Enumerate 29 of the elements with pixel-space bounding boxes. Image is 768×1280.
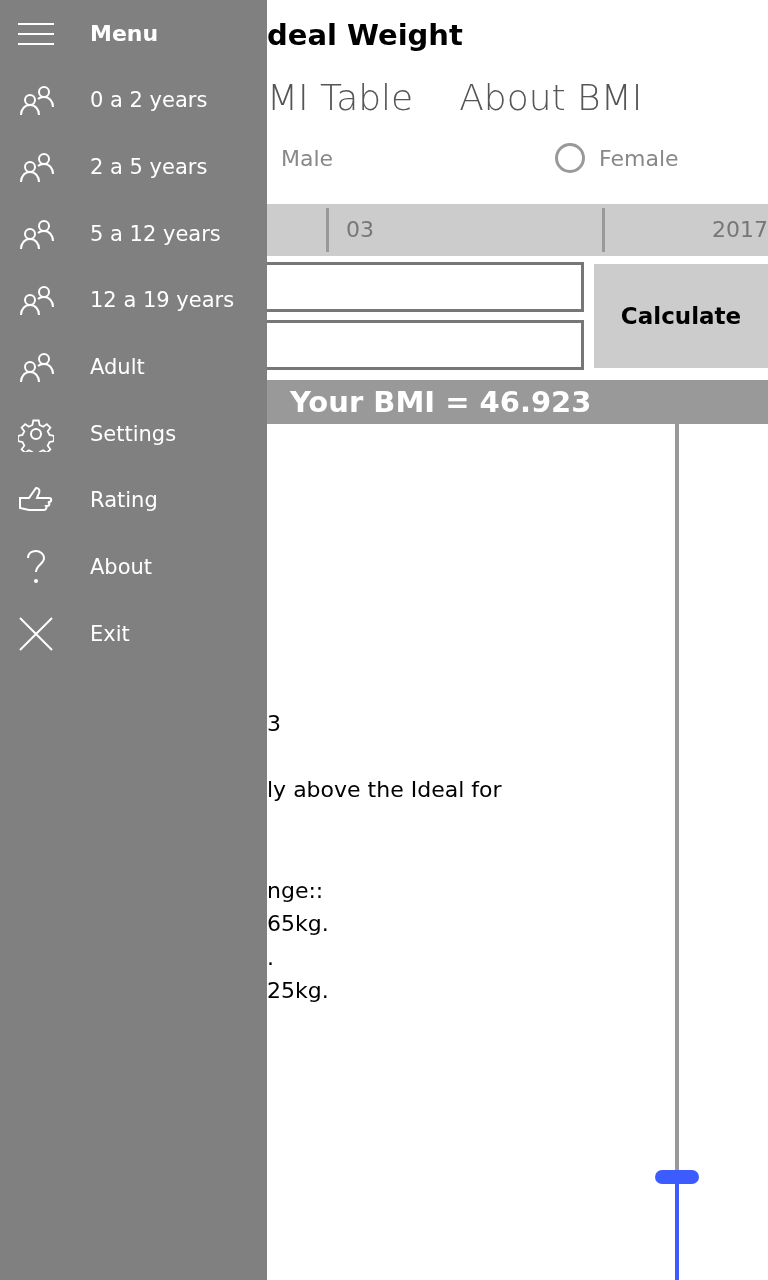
close-icon	[18, 615, 54, 652]
menu-icon[interactable]	[18, 22, 54, 45]
menu-item[interactable]: 2 a 5 years	[0, 133, 267, 201]
slider[interactable]	[655, 424, 699, 1280]
menu-item[interactable]: 0 a 2 years	[0, 67, 267, 134]
result-text: ly above the Ideal for	[267, 776, 502, 805]
input-field[interactable]	[267, 262, 584, 312]
menu-item[interactable]: 12 a 19 years	[0, 267, 267, 334]
result-text: 25kg.	[267, 976, 329, 1005]
result-text: 65kg.	[267, 910, 329, 939]
slider-thumb[interactable]	[655, 1170, 699, 1185]
menu-title: Menu	[90, 21, 159, 46]
result-text: .	[267, 943, 274, 972]
menu-item[interactable]: Exit	[0, 600, 267, 668]
gender-label[interactable]: Female	[599, 145, 679, 171]
input-field[interactable]	[267, 320, 584, 370]
calculate-button[interactable]: Calculate	[594, 264, 768, 368]
gender-label[interactable]: Male	[281, 145, 334, 171]
menu-item[interactable]: Rating	[0, 467, 267, 534]
menu-item[interactable]: About	[0, 533, 267, 601]
result-text: nge::	[267, 876, 324, 905]
year-picker[interactable]: 2017	[602, 208, 768, 252]
menu-item[interactable]: 5 a 12 years	[0, 200, 267, 268]
month-picker[interactable]: 03	[326, 208, 602, 252]
tab[interactable]: About BMI	[459, 68, 643, 128]
app-title: deal Weight	[267, 17, 463, 54]
tab[interactable]: MI Table	[267, 68, 414, 128]
result-text: 3	[267, 710, 281, 738]
radio-button[interactable]	[555, 143, 585, 173]
